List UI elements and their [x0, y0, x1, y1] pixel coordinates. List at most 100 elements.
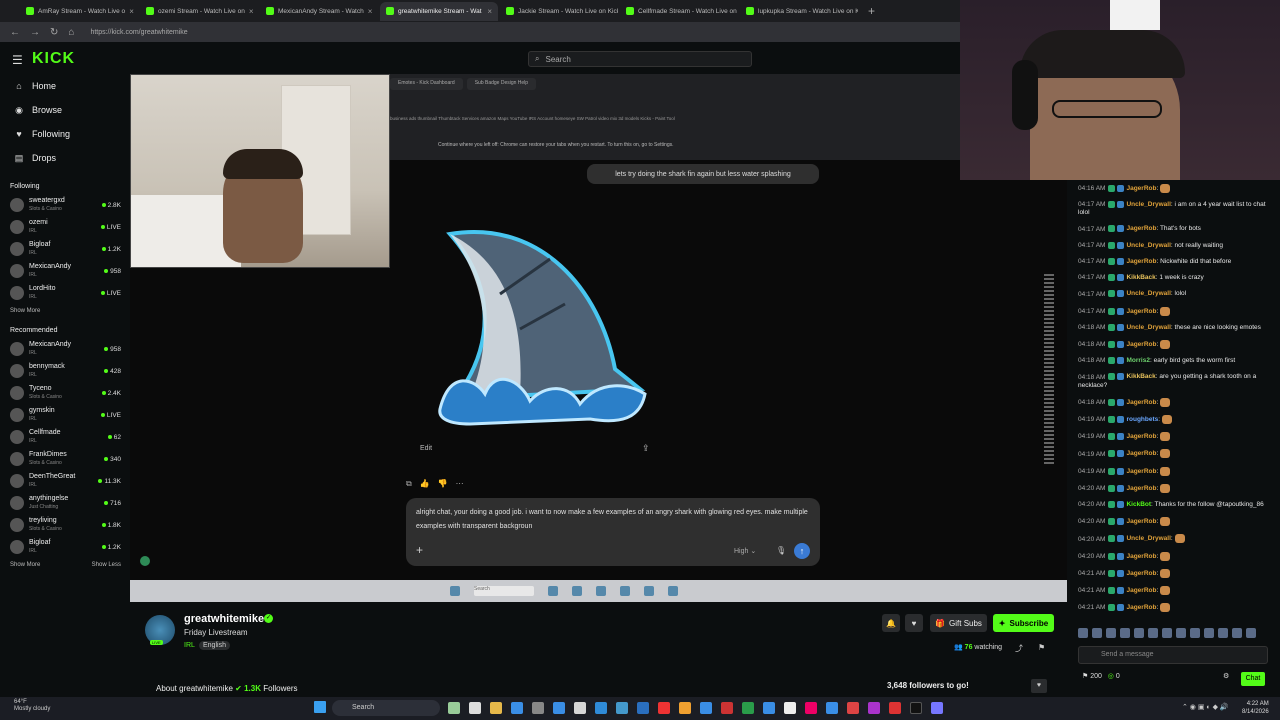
sidebar-channel[interactable]: LordHito IRL LIVE [0, 282, 130, 304]
attach-icon[interactable]: + [416, 543, 423, 557]
coins-icon[interactable]: ◎ [1108, 673, 1114, 680]
sidebar-channel[interactable]: FrankDimes Slots & Casino 340 [0, 448, 130, 470]
emote-icon[interactable] [1176, 628, 1186, 638]
chat-username[interactable]: JagerRob [1126, 451, 1156, 458]
app-icon[interactable] [700, 702, 712, 714]
close-icon[interactable]: × [129, 7, 134, 16]
sidebar-channel[interactable]: anythingelse Just Chatting 716 [0, 492, 130, 514]
sidebar-nav-item[interactable]: ◉ Browse [0, 98, 130, 122]
browser-tab[interactable]: Jackie Stream - Watch Live on Kick× [500, 2, 618, 21]
menu-icon[interactable]: ☰ [12, 53, 23, 67]
emote-icon[interactable] [1190, 628, 1200, 638]
chat-username[interactable]: JagerRob [1126, 341, 1156, 348]
browser-tab[interactable]: MexicanAndy Stream - Watch × [260, 2, 378, 21]
new-tab-button[interactable]: + [868, 4, 875, 18]
show-more-following[interactable]: Show More [0, 304, 130, 318]
search-input[interactable]: ⌕ Search [528, 51, 752, 67]
kick-logo[interactable]: KICK [32, 50, 75, 68]
emote-icon[interactable] [1092, 628, 1102, 638]
home-icon[interactable]: ⌂ [68, 27, 74, 38]
sidebar-channel[interactable]: gymskin IRL LIVE [0, 404, 130, 426]
chat-username[interactable]: roughbets [1126, 416, 1158, 423]
edit-image-button[interactable]: Edit [420, 445, 432, 452]
sidebar-channel[interactable]: sweatergxd Slots & Casino 2.8K [0, 194, 130, 216]
windows-start-icon[interactable] [314, 701, 326, 713]
app-icon[interactable] [721, 702, 733, 714]
chat-username[interactable]: KikkBack [1126, 374, 1155, 381]
chat-username[interactable]: KickBot [1126, 501, 1151, 508]
composer-text[interactable]: alright chat, your doing a good job. i w… [416, 506, 816, 534]
steam-icon[interactable] [637, 702, 649, 714]
app-icon[interactable] [826, 702, 838, 714]
app-icon[interactable] [868, 702, 880, 714]
emote-icon[interactable] [1120, 628, 1130, 638]
taskbar-clock[interactable]: 4:22 AM 8/14/2026 [1242, 700, 1269, 716]
chat-input[interactable]: Send a message [1078, 646, 1268, 664]
notification-bell-button[interactable]: 🔔 [882, 614, 900, 632]
browser-tab[interactable]: Cellfmade Stream - Watch Live on× [620, 2, 738, 21]
show-more-link[interactable]: Show More [10, 558, 40, 572]
browser-tab[interactable]: ozemi Stream - Watch Live on × [140, 2, 258, 21]
sidebar-channel[interactable]: MexicanAndy IRL 958 [0, 260, 130, 282]
app-icon[interactable] [931, 702, 943, 714]
browser-tab[interactable]: lupkupka Stream - Watch Live on Ki× [740, 2, 858, 21]
close-icon[interactable]: × [249, 7, 254, 16]
folder-icon[interactable] [490, 702, 502, 714]
chat-username[interactable]: JagerRob [1126, 399, 1156, 406]
chrome-icon[interactable] [679, 702, 691, 714]
forward-icon[interactable]: → [30, 27, 40, 38]
emote-icon[interactable] [1106, 628, 1116, 638]
emote-icon[interactable] [1218, 628, 1228, 638]
chat-username[interactable]: JagerRob [1126, 485, 1156, 492]
sidebar-channel[interactable]: DeenTheGreat IRL 11.3K [0, 470, 130, 492]
chat-username[interactable]: Uncle_Drywall [1126, 536, 1170, 543]
chat-username[interactable]: Uncle_Drywall [1126, 201, 1170, 208]
app-icon[interactable] [616, 702, 628, 714]
language-tag[interactable]: English [199, 641, 230, 650]
channel-name[interactable]: greatwhitemike [184, 613, 264, 625]
app-icon[interactable] [763, 702, 775, 714]
app-icon[interactable] [553, 702, 565, 714]
app-icon[interactable] [805, 702, 817, 714]
follow-button[interactable]: ♥ [905, 614, 923, 632]
emote-icon[interactable] [1204, 628, 1214, 638]
mic-icon[interactable]: 🎙 [776, 546, 786, 555]
thumbs-down-icon[interactable]: 👎 [438, 479, 448, 489]
copy-icon[interactable]: ⧉ [406, 479, 412, 489]
share-icon[interactable]: ⇪ [642, 443, 650, 454]
stream-player[interactable]: Emotes - Kick Dashboard Sub Badge Design… [130, 74, 1067, 602]
emote-icon[interactable] [1134, 628, 1144, 638]
emote-icon[interactable] [1148, 628, 1158, 638]
url-field[interactable]: https://kick.com/greatwhitemike [90, 29, 187, 36]
edge-icon[interactable] [511, 702, 523, 714]
chat-username[interactable]: KikkBack [1126, 274, 1155, 281]
sidebar-channel[interactable]: Bigloaf IRL 1.2K [0, 536, 130, 558]
sidebar-channel[interactable]: MexicanAndy IRL 958 [0, 338, 130, 360]
more-icon[interactable]: ⋯ [456, 479, 464, 489]
reload-icon[interactable]: ↻ [50, 27, 58, 38]
app-icon[interactable] [574, 702, 586, 714]
app-icon[interactable] [532, 702, 544, 714]
youtube-icon[interactable] [658, 702, 670, 714]
send-icon[interactable]: ↑ [794, 543, 810, 559]
show-more-link[interactable]: Show More [10, 304, 40, 318]
system-tray[interactable]: ⌃ ◉ ▣ ◐ ◆ 🔊 [1182, 703, 1229, 711]
sidebar-channel[interactable]: bennymack IRL 428 [0, 360, 130, 382]
chat-username[interactable]: Uncle_Drywall [1126, 242, 1170, 249]
sidebar-nav-item[interactable]: ♥ Following [0, 122, 130, 146]
sidebar-channel[interactable]: ozemi IRL LIVE [0, 216, 130, 238]
back-icon[interactable]: ← [10, 27, 20, 38]
app-icon[interactable] [469, 702, 481, 714]
chat-username[interactable]: JagerRob [1126, 308, 1156, 315]
share-icon[interactable]: ⤴ [1015, 643, 1023, 654]
app-icon[interactable] [448, 702, 460, 714]
gift-subs-button[interactable]: 🎁 Gift Subs [930, 614, 987, 632]
chat-username[interactable]: JagerRob [1126, 553, 1156, 560]
subscribe-button[interactable]: ✦ Subscribe [993, 614, 1054, 632]
points-icon[interactable]: ⚑ [1082, 673, 1088, 680]
chat-username[interactable]: JagerRob [1126, 587, 1156, 594]
app-icon[interactable] [784, 702, 796, 714]
more-options-icon[interactable]: ⚑ [1038, 643, 1045, 652]
emote-icon[interactable] [1246, 628, 1256, 638]
browser-tab[interactable]: greatwhitemike Stream - Wat × [380, 1, 498, 21]
